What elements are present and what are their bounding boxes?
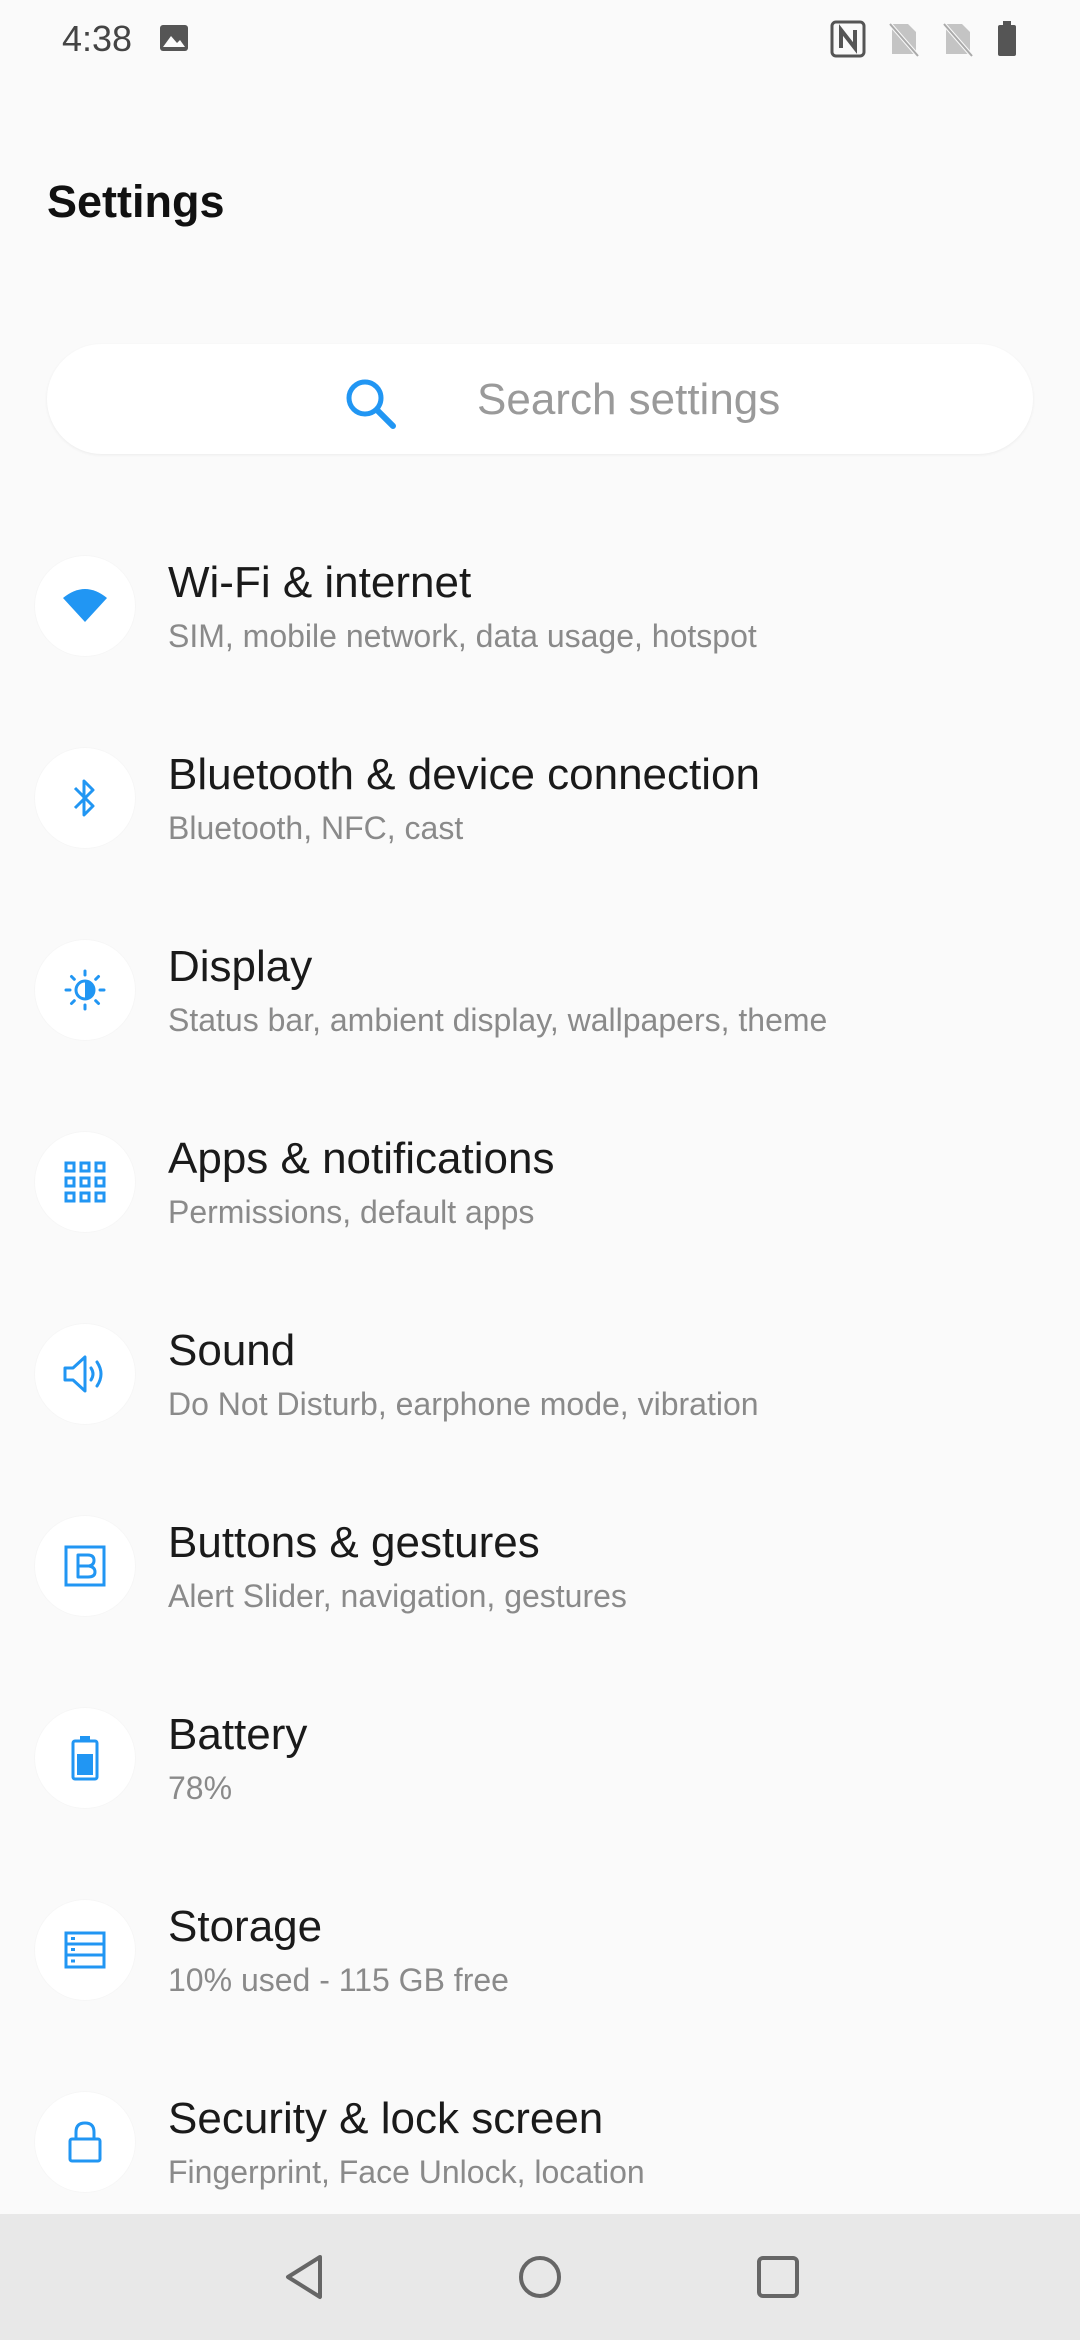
storage-icon [35, 1900, 135, 2000]
setting-subtitle: Fingerprint, Face Unlock, location [168, 2154, 645, 2190]
status-bar: 4:38 [0, 0, 1080, 82]
bluetooth-icon [35, 748, 135, 848]
apps-grid-icon [35, 1132, 135, 1232]
setting-subtitle: Permissions, default apps [168, 1194, 535, 1230]
setting-apps-notifications[interactable]: Apps & notifications Permissions, defaul… [0, 1116, 1080, 1308]
setting-bluetooth[interactable]: Bluetooth & device connection Bluetooth,… [0, 732, 1080, 924]
search-placeholder: Search settings [477, 375, 781, 424]
no-sim-icon [888, 20, 920, 63]
search-bar[interactable]: Search settings [47, 344, 1033, 454]
recents-icon[interactable] [754, 2252, 802, 2307]
button-b-icon [35, 1516, 135, 1616]
status-icons [830, 20, 1018, 63]
lock-icon [35, 2092, 135, 2192]
no-sim-icon [942, 20, 974, 63]
setting-title: Apps & notifications [168, 1134, 555, 1183]
setting-battery[interactable]: Battery 78% [0, 1692, 1080, 1884]
setting-subtitle: Status bar, ambient display, wallpapers,… [168, 1002, 828, 1038]
setting-wifi-internet[interactable]: Wi-Fi & internet SIM, mobile network, da… [0, 540, 1080, 732]
image-icon [158, 22, 190, 59]
setting-title: Sound [168, 1326, 296, 1375]
status-time: 4:38 [62, 18, 133, 59]
setting-title: Bluetooth & device connection [168, 750, 760, 799]
setting-subtitle: Do Not Disturb, earphone mode, vibration [168, 1386, 759, 1422]
setting-title: Wi-Fi & internet [168, 558, 472, 607]
setting-subtitle: 78% [168, 1770, 233, 1806]
wifi-icon [35, 556, 135, 656]
setting-storage[interactable]: Storage 10% used - 115 GB free [0, 1884, 1080, 2076]
setting-subtitle: 10% used - 115 GB free [168, 1962, 509, 1998]
setting-title: Storage [168, 1902, 323, 1951]
setting-display[interactable]: Display Status bar, ambient display, wal… [0, 924, 1080, 1116]
setting-title: Battery [168, 1710, 308, 1759]
back-icon[interactable] [280, 2252, 328, 2307]
navigation-bar [0, 2214, 1080, 2340]
nfc-icon [830, 20, 866, 63]
setting-subtitle: SIM, mobile network, data usage, hotspot [168, 618, 757, 654]
setting-subtitle: Bluetooth, NFC, cast [168, 810, 464, 846]
battery-icon [996, 20, 1018, 63]
page-title: Settings [47, 176, 225, 227]
home-icon[interactable] [516, 2252, 564, 2307]
setting-title: Display [168, 942, 313, 991]
search-icon [341, 374, 401, 439]
setting-title: Security & lock screen [168, 2094, 604, 2143]
setting-sound[interactable]: Sound Do Not Disturb, earphone mode, vib… [0, 1308, 1080, 1500]
speaker-icon [35, 1324, 135, 1424]
setting-buttons-gestures[interactable]: Buttons & gestures Alert Slider, navigat… [0, 1500, 1080, 1692]
setting-subtitle: Alert Slider, navigation, gestures [168, 1578, 627, 1614]
settings-list: Wi-Fi & internet SIM, mobile network, da… [0, 540, 1080, 2268]
brightness-icon [35, 940, 135, 1040]
setting-title: Buttons & gestures [168, 1518, 540, 1567]
battery-icon [35, 1708, 135, 1808]
